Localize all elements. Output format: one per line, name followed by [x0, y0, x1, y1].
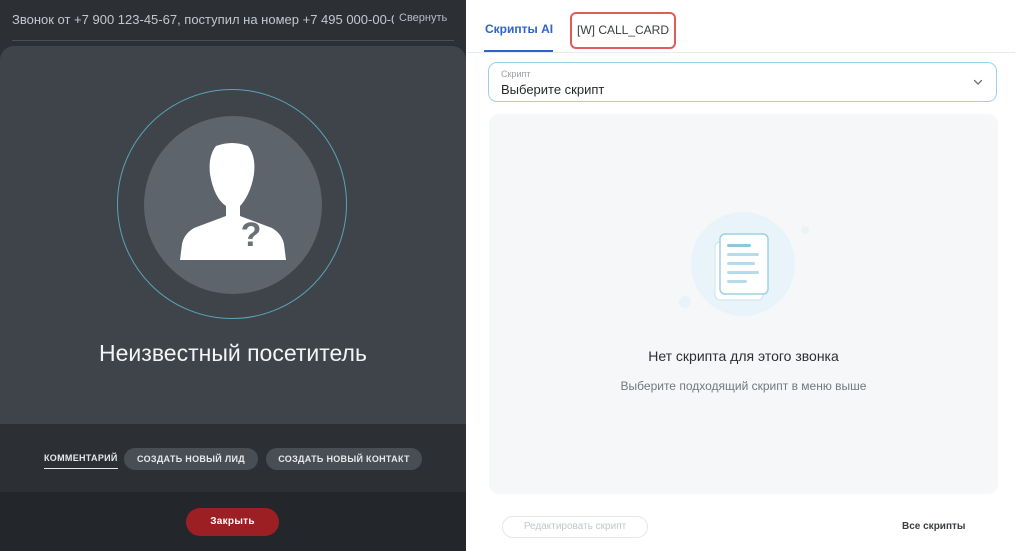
script-select-value: Выберите скрипт: [501, 82, 605, 97]
close-button[interactable]: Закрыть: [186, 508, 279, 536]
script-select-label: Скрипт: [501, 69, 531, 79]
visitor-name: Неизвестный посетитель: [99, 340, 367, 366]
empty-state-subtitle: Выберите подходящий скрипт в меню выше: [620, 379, 867, 393]
collapse-button[interactable]: Свернуть: [399, 12, 447, 24]
tab-call-card[interactable]: [W] CALL_CARD: [570, 12, 676, 49]
document-icon: [679, 212, 809, 316]
chevron-down-icon: [972, 75, 984, 93]
tabs-divider: [468, 52, 1015, 53]
unknown-person-icon: ?: [144, 116, 322, 294]
comment-tab[interactable]: Комментарий: [44, 453, 118, 469]
header-divider: [12, 40, 454, 41]
create-lead-button[interactable]: Создать новый лид: [124, 448, 258, 470]
edit-script-button[interactable]: Редактировать скрипт: [502, 516, 648, 538]
svg-text:?: ?: [241, 216, 262, 254]
call-header-text: Звонок от +7 900 123-45-67, поступил на …: [12, 12, 394, 27]
tab-scripts-ai[interactable]: Скрипты AI: [485, 22, 553, 36]
script-select[interactable]: Скрипт Выберите скрипт: [488, 62, 997, 102]
all-scripts-link[interactable]: Все скрипты: [902, 521, 965, 532]
empty-state-title: Нет скрипта для этого звонка: [648, 348, 839, 364]
create-contact-button[interactable]: Создать новый контакт: [266, 448, 422, 470]
empty-state-panel: [489, 114, 998, 494]
